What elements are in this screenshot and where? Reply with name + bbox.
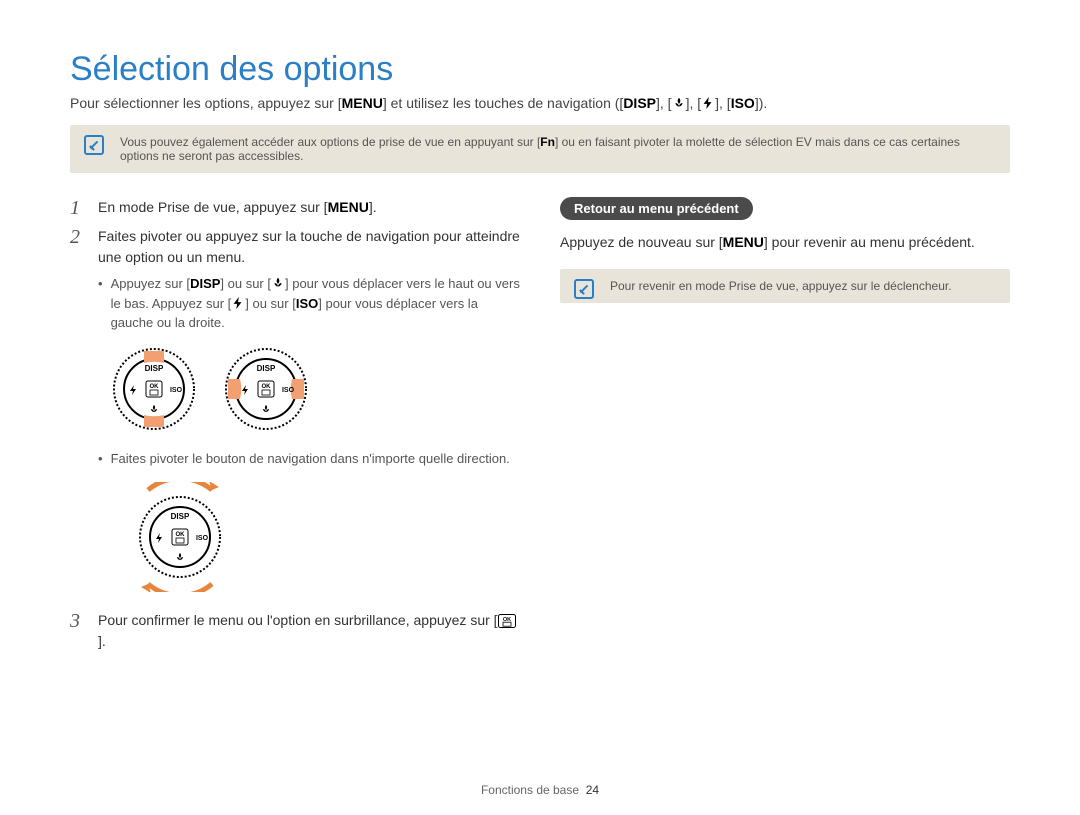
menu-key-label: MENU [723, 234, 764, 250]
macro-icon [672, 96, 686, 110]
back-menu-heading: Retour au menu précédent [560, 197, 753, 220]
svg-text:DISP: DISP [171, 512, 190, 521]
svg-text:ISO: ISO [170, 387, 183, 394]
iso-key-label: ISO [296, 296, 318, 311]
disp-key-label: DISP [623, 95, 656, 111]
intro-text: Pour sélectionner les options, appuyez s… [70, 95, 1010, 111]
step-2-bullet-2: • Faites pivoter le bouton de navigation… [98, 449, 520, 469]
step-number: 3 [70, 610, 86, 652]
note-icon [574, 279, 594, 299]
dial-diagram-rotate: DISP ISO OK [120, 482, 520, 592]
fn-key-label: Fn [540, 135, 555, 149]
svg-text:DISP: DISP [257, 364, 276, 373]
svg-text:OK: OK [150, 384, 160, 390]
right-column: Retour au menu précédent Appuyez de nouv… [560, 197, 1010, 658]
step-1: 1 En mode Prise de vue, appuyez sur [MEN… [70, 197, 520, 220]
flash-icon [701, 96, 715, 110]
step-2: 2 Faites pivoter ou appuyez sur la touch… [70, 226, 520, 268]
svg-text:DISP: DISP [145, 364, 164, 373]
svg-text:OK: OK [262, 384, 272, 390]
note-box-fn: Vous pouvez également accéder aux option… [70, 125, 1010, 173]
step-3: 3 Pour confirmer le menu ou l'option en … [70, 610, 520, 652]
step-number: 1 [70, 197, 86, 220]
svg-text:OK: OK [176, 532, 186, 538]
navigation-dial-horizontal: DISP ISO OK [222, 345, 310, 433]
menu-key-label: MENU [342, 95, 383, 111]
note-icon [84, 135, 104, 155]
page-footer: Fonctions de base 24 [0, 783, 1080, 797]
menu-key-label: MENU [328, 199, 369, 215]
macro-icon [271, 276, 285, 290]
left-column: 1 En mode Prise de vue, appuyez sur [MEN… [70, 197, 520, 658]
page-title: Sélection des options [70, 50, 1010, 89]
disp-key-label: DISP [190, 276, 220, 291]
flash-icon [231, 296, 245, 310]
step-number: 2 [70, 226, 86, 268]
step-2-bullet-1: • Appuyez sur [DISP] ou sur [] pour vous… [98, 274, 520, 333]
ok-button-icon: OK [498, 614, 516, 628]
svg-text:ISO: ISO [196, 535, 209, 542]
footer-page-number: 24 [586, 783, 599, 797]
back-menu-text: Appuyez de nouveau sur [MENU] pour reven… [560, 232, 1010, 253]
note-box-shutter: Pour revenir en mode Prise de vue, appuy… [560, 269, 1010, 303]
iso-key-label: ISO [731, 95, 755, 111]
svg-text:ISO: ISO [282, 387, 295, 394]
dial-diagram-pair: DISP ISO OK DISP ISO OK [110, 345, 520, 433]
navigation-dial-rotate: DISP ISO OK [120, 482, 240, 592]
navigation-dial-vertical: DISP ISO OK [110, 345, 198, 433]
footer-section: Fonctions de base [481, 783, 579, 797]
